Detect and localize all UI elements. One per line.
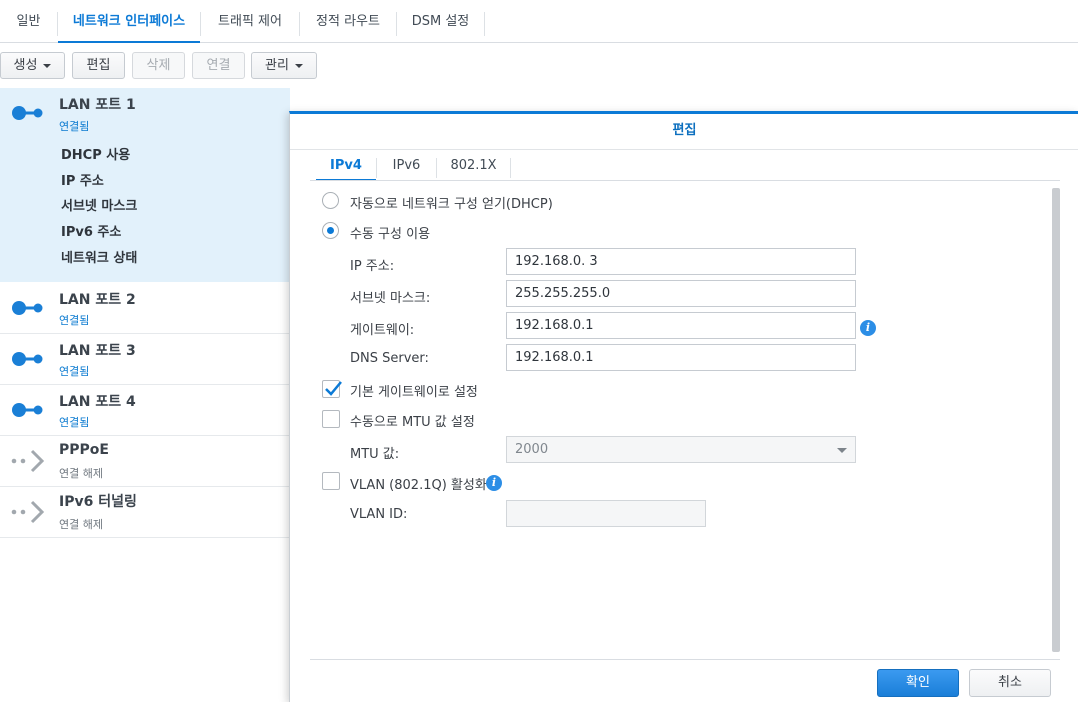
vlan-checkbox[interactable] xyxy=(322,472,340,490)
disconnected-icon xyxy=(11,449,45,473)
tab-802-1x[interactable]: 802.1X xyxy=(437,151,510,181)
manual-config-label: 수동 구성 이용 xyxy=(350,227,431,242)
tab-ipv4[interactable]: IPv4 xyxy=(316,151,376,181)
detail-ip: IP 주소 xyxy=(61,174,104,189)
interface-list: LAN 포트 1 연결됨 DHCP 사용 IP 주소 서브넷 마스크 IPv6 … xyxy=(0,88,290,702)
mtu-value: 2000 xyxy=(515,442,549,457)
interface-item-lan1[interactable]: LAN 포트 1 연결됨 DHCP 사용 IP 주소 서브넷 마스크 IPv6 … xyxy=(0,88,290,282)
auto-dhcp-radio[interactable] xyxy=(322,192,339,209)
ip-address-field[interactable]: 192.168.0. 3 xyxy=(506,248,856,275)
disconnected-icon xyxy=(11,500,45,524)
interface-status: 연결 해제 xyxy=(59,467,103,480)
connect-button[interactable]: 연결 xyxy=(192,52,245,79)
detail-dhcp: DHCP 사용 xyxy=(61,148,131,163)
connected-icon xyxy=(12,352,43,366)
tab-ipv6[interactable]: IPv6 xyxy=(377,151,436,181)
mtu-value-select[interactable]: 2000 xyxy=(506,436,856,463)
interface-name: IPv6 터널링 xyxy=(59,494,137,510)
connected-icon xyxy=(12,301,43,315)
auto-dhcp-label: 자동으로 네트워크 구성 얻기(DHCP) xyxy=(350,197,553,212)
tab-dsm-settings[interactable]: DSM 설정 xyxy=(397,0,484,43)
default-gateway-label: 기본 게이트웨이로 설정 xyxy=(350,385,478,400)
vlan-enable-label: VLAN (802.1Q) 활성화 xyxy=(350,478,487,493)
tab-traffic-control[interactable]: 트래픽 제어 xyxy=(201,0,299,43)
interface-status: 연결 해제 xyxy=(59,518,103,531)
info-icon[interactable]: i xyxy=(860,320,876,336)
vlan-id-label: VLAN ID: xyxy=(350,507,408,522)
dns-server-field[interactable]: 192.168.0.1 xyxy=(506,344,856,371)
mtu-value-label: MTU 값: xyxy=(350,447,400,462)
connected-icon xyxy=(12,106,43,120)
interface-item-lan3[interactable]: LAN 포트 3 연결됨 xyxy=(0,334,290,385)
manage-label: 관리 xyxy=(265,58,289,73)
dialog-title: 편집 xyxy=(290,114,1078,150)
tab-general[interactable]: 일반 xyxy=(0,0,57,43)
interface-item-ipv6-tunnel[interactable]: IPv6 터널링 연결 해제 xyxy=(0,487,290,538)
default-gateway-checkbox[interactable] xyxy=(322,380,342,398)
create-label: 생성 xyxy=(13,58,38,73)
manage-button[interactable]: 관리 xyxy=(251,52,317,79)
vlan-id-field[interactable] xyxy=(506,500,706,527)
footer-divider xyxy=(310,659,1060,660)
subnet-mask-field[interactable]: 255.255.255.0 xyxy=(506,280,856,307)
edit-dialog: 편집 IPv4 IPv6 802.1X 자동으로 네트워크 구성 얻기(DHCP… xyxy=(289,111,1078,702)
subnet-mask-label: 서브넷 마스크: xyxy=(350,291,431,306)
ok-button[interactable]: 확인 xyxy=(877,669,959,697)
chevron-down-icon xyxy=(294,63,303,68)
ip-address-label: IP 주소: xyxy=(350,259,395,274)
interface-name: PPPoE xyxy=(59,442,109,458)
scrollbar[interactable] xyxy=(1052,188,1060,652)
manual-mtu-checkbox[interactable] xyxy=(322,410,340,428)
dns-server-label: DNS Server: xyxy=(350,351,429,366)
manual-mtu-label: 수동으로 MTU 값 설정 xyxy=(350,415,475,430)
interface-name: LAN 포트 3 xyxy=(59,343,136,359)
create-button[interactable]: 생성 xyxy=(0,52,65,79)
gateway-label: 게이트웨이: xyxy=(350,323,415,338)
chevron-down-icon xyxy=(837,448,847,453)
interface-item-lan4[interactable]: LAN 포트 4 연결됨 xyxy=(0,385,290,436)
interface-status: 연결됨 xyxy=(59,416,90,429)
detail-network-status: 네트워크 상태 xyxy=(61,251,138,266)
interface-status: 연결됨 xyxy=(59,365,90,378)
manual-config-radio[interactable] xyxy=(322,222,339,239)
tab-static-route[interactable]: 정적 라우트 xyxy=(300,0,396,43)
cancel-button[interactable]: 취소 xyxy=(969,669,1051,697)
detail-subnet: 서브넷 마스크 xyxy=(61,199,138,214)
interface-item-lan2[interactable]: LAN 포트 2 연결됨 xyxy=(0,282,290,334)
delete-button[interactable]: 삭제 xyxy=(132,52,185,79)
tab-network-interface[interactable]: 네트워크 인터페이스 xyxy=(58,0,200,43)
chevron-down-icon xyxy=(43,63,52,68)
checkmark-icon xyxy=(325,381,342,396)
gateway-field[interactable]: 192.168.0.1 xyxy=(506,312,856,339)
tab-separator xyxy=(510,158,511,178)
top-tab-bar: 일반 네트워크 인터페이스 트래픽 제어 정적 라우트 DSM 설정 xyxy=(0,0,1078,43)
edit-button[interactable]: 편집 xyxy=(72,52,125,79)
detail-ipv6: IPv6 주소 xyxy=(61,225,122,240)
interface-status: 연결됨 xyxy=(59,120,90,133)
info-icon[interactable]: i xyxy=(486,475,502,491)
tab-underline xyxy=(310,180,1060,181)
interface-status: 연결됨 xyxy=(59,314,90,327)
interface-name: LAN 포트 1 xyxy=(59,97,136,113)
interface-item-pppoe[interactable]: PPPoE 연결 해제 xyxy=(0,436,290,487)
interface-name: LAN 포트 4 xyxy=(59,394,136,410)
connected-icon xyxy=(12,403,43,417)
interface-name: LAN 포트 2 xyxy=(59,292,136,308)
tab-separator xyxy=(484,12,485,36)
